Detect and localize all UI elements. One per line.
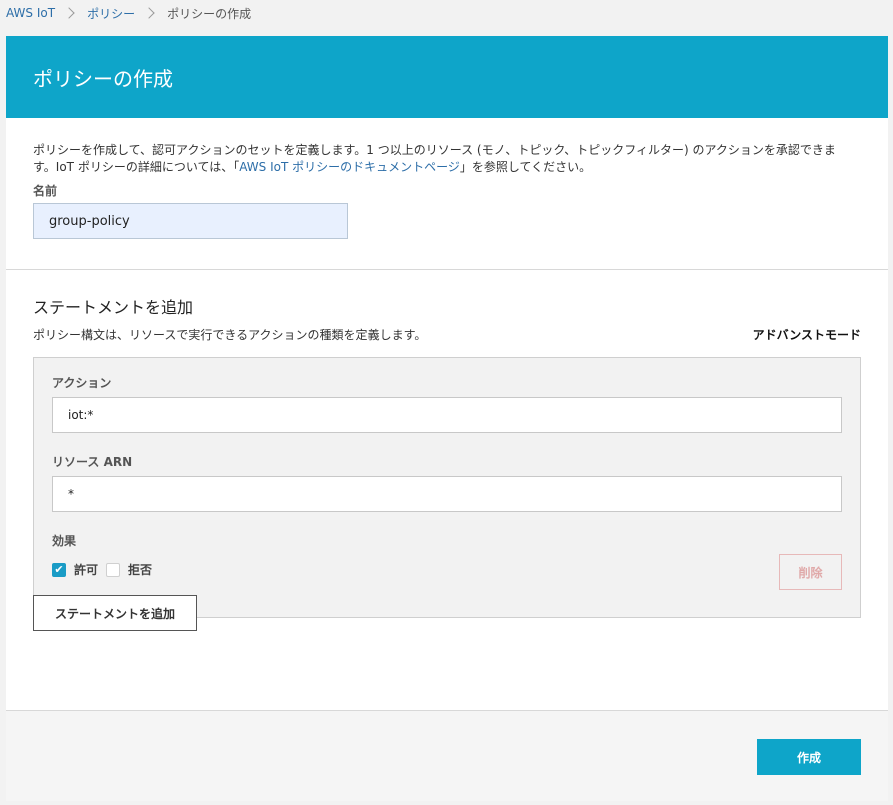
resource-arn-input[interactable]	[52, 476, 842, 512]
footer: 作成	[6, 711, 888, 801]
create-policy-card: ポリシーの作成 ポリシーを作成して、認可アクションのセットを定義します。1 つ以…	[6, 36, 888, 801]
deny-label: 拒否	[128, 563, 153, 577]
page-title: ポリシーの作成	[33, 66, 173, 91]
create-button[interactable]: 作成	[757, 739, 861, 775]
policy-name-input[interactable]	[33, 203, 348, 239]
statements-description: ポリシー構文は、リソースで実行できるアクションの種類を定義します。	[33, 328, 427, 342]
chevron-right-icon	[63, 7, 75, 19]
breadcrumb-current: ポリシーの作成	[167, 6, 252, 21]
intro-section: ポリシーを作成して、認可アクションのセットを定義します。1 つ以上のリソース (…	[6, 118, 888, 270]
statement-panel: アクション リソース ARN 効果 ✔ 許可 拒否 削除	[33, 357, 861, 618]
action-input[interactable]	[52, 397, 842, 433]
breadcrumb-aws-iot[interactable]: AWS IoT	[6, 6, 55, 20]
effect-label: 効果	[52, 534, 77, 548]
effect-options: ✔ 許可 拒否	[52, 561, 842, 578]
allow-checkbox[interactable]: ✔	[52, 562, 66, 577]
add-statement-button[interactable]: ステートメントを追加	[33, 595, 197, 631]
page-header: ポリシーの作成	[6, 36, 888, 118]
deny-checkbox[interactable]	[106, 562, 121, 577]
name-label: 名前	[33, 184, 58, 198]
breadcrumb-policies[interactable]: ポリシー	[87, 5, 135, 22]
checkmark-icon: ✔	[54, 563, 64, 576]
statements-subheader: ポリシー構文は、リソースで実行できるアクションの種類を定義します。 アドバンスト…	[33, 326, 861, 343]
resource-arn-label: リソース ARN	[52, 455, 133, 469]
statements-title: ステートメントを追加	[33, 298, 194, 317]
breadcrumb: AWS IoT ポリシー ポリシーの作成	[6, 4, 251, 22]
intro-text-end: 」を参照してください。	[459, 160, 592, 174]
statements-section: ステートメントを追加 ポリシー構文は、リソースで実行できるアクションの種類を定義…	[6, 270, 888, 711]
intro-text: ポリシーを作成して、認可アクションのセットを定義します。1 つ以上のリソース (…	[33, 142, 858, 176]
chevron-right-icon	[143, 7, 155, 19]
action-label: アクション	[52, 376, 112, 390]
delete-statement-button[interactable]: 削除	[779, 554, 842, 590]
allow-label: 許可	[74, 563, 99, 577]
policy-docs-link[interactable]: AWS IoT ポリシーのドキュメントページ	[239, 160, 460, 174]
advanced-mode-link[interactable]: アドバンストモード	[753, 326, 861, 343]
